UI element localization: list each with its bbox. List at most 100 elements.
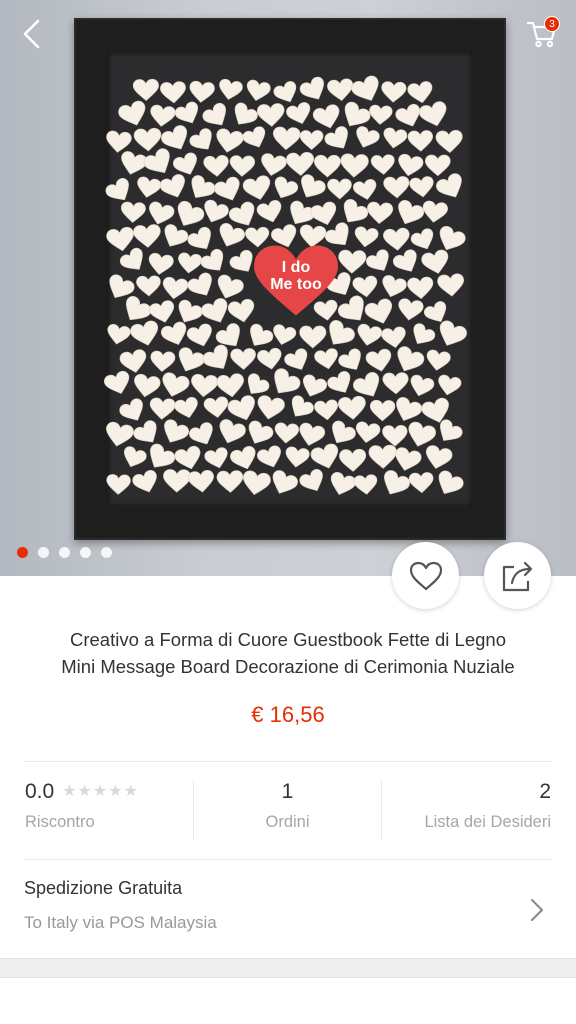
wood-heart	[286, 102, 311, 124]
wood-heart	[421, 249, 449, 274]
wood-heart	[299, 469, 323, 492]
cart-button[interactable]: 3	[522, 14, 562, 54]
wood-heart	[284, 348, 308, 370]
wood-heart	[285, 446, 310, 468]
wood-heart	[189, 128, 212, 150]
wood-heart	[230, 445, 256, 470]
share-icon	[502, 561, 532, 591]
wood-heart	[397, 346, 425, 372]
wood-heart	[355, 421, 381, 443]
wood-heart	[160, 81, 186, 104]
wood-heart	[106, 474, 131, 495]
rating-stars-icon: ★★★★★	[62, 783, 139, 800]
wood-heart	[357, 323, 383, 346]
wood-heart	[164, 224, 189, 247]
wood-heart	[437, 273, 464, 297]
wishlist-button[interactable]	[392, 542, 459, 609]
wood-heart	[273, 81, 297, 103]
wood-heart	[409, 176, 434, 198]
wood-heart	[174, 396, 198, 419]
wood-heart	[219, 223, 245, 247]
wood-heart	[248, 420, 274, 444]
wood-heart	[246, 79, 271, 101]
product-price: € 16,56	[251, 702, 325, 727]
wood-heart	[273, 324, 297, 345]
wood-heart	[186, 323, 212, 347]
product-image-carousel[interactable]: I do Me too 3	[0, 0, 576, 576]
section-separator	[0, 958, 576, 978]
wood-heart	[201, 298, 228, 323]
wood-heart	[187, 469, 214, 493]
wood-heart	[392, 249, 417, 272]
back-button[interactable]	[12, 14, 52, 54]
wood-heart	[132, 78, 159, 101]
wood-heart	[310, 201, 337, 225]
shipping-subtitle: To Italy via POS Malaysia	[24, 913, 217, 932]
wood-heart	[162, 276, 189, 300]
wood-heart	[367, 201, 394, 225]
wood-heart	[272, 470, 298, 494]
wood-heart	[242, 175, 271, 200]
wood-heart	[137, 176, 162, 198]
stat-feedback[interactable]: 0.0 ★★★★★ Riscontro	[25, 780, 139, 840]
wood-heart	[150, 350, 176, 372]
wood-heart	[310, 443, 339, 469]
center-heart-text: I do Me too	[246, 259, 346, 293]
wood-heart	[327, 178, 352, 200]
wood-heart	[299, 422, 326, 446]
wood-heart	[204, 199, 229, 223]
wood-heart	[383, 127, 408, 149]
orders-value: 1	[281, 780, 294, 803]
rating-value: 0.0	[25, 780, 55, 803]
wood-heart	[370, 154, 395, 175]
divider	[24, 761, 552, 762]
share-button[interactable]	[484, 542, 551, 609]
wood-heart	[366, 249, 389, 271]
wood-heart	[339, 448, 367, 472]
wood-heart	[118, 100, 146, 126]
wood-heart	[261, 153, 287, 176]
wood-heart	[425, 445, 453, 469]
wood-heart	[327, 371, 351, 393]
wood-heart	[365, 348, 392, 372]
wood-heart	[351, 75, 379, 101]
wood-heart	[382, 372, 409, 395]
wood-heart	[187, 226, 211, 250]
wood-heart	[120, 201, 146, 223]
wood-heart	[234, 102, 258, 125]
stat-orders[interactable]: 1 Ordini	[194, 780, 381, 840]
wood-heart	[384, 470, 411, 495]
wood-heart	[299, 76, 324, 100]
shipping-row[interactable]: Spedizione Gratuita To Italy via POS Mal…	[24, 878, 552, 942]
wood-heart	[383, 176, 410, 199]
wood-heart	[313, 154, 341, 178]
wood-heart	[426, 349, 451, 371]
wood-heart	[408, 472, 434, 494]
carousel-dot	[59, 547, 70, 558]
wood-heart	[274, 368, 301, 394]
wood-heart	[242, 126, 266, 148]
wood-heart	[410, 374, 435, 397]
wood-heart	[132, 470, 157, 493]
wood-heart	[216, 128, 244, 153]
wood-heart	[299, 224, 327, 248]
wood-heart	[257, 395, 285, 420]
carousel-dot	[101, 547, 112, 558]
wood-heart	[130, 320, 159, 346]
wood-heart	[352, 275, 378, 298]
stat-wishlist[interactable]: 2 Lista dei Desideri	[382, 780, 551, 840]
wood-heart	[159, 174, 185, 198]
wood-heart	[200, 248, 224, 271]
wood-heart	[364, 298, 393, 324]
product-title-line1: Creativo a Forma di Cuore Guestbook Fett…	[69, 629, 506, 650]
chevron-right-icon	[531, 899, 543, 921]
wood-heart	[438, 374, 462, 396]
wood-heart	[302, 374, 328, 397]
wood-heart	[106, 130, 132, 153]
wood-heart	[119, 398, 143, 421]
wood-heart	[105, 177, 129, 201]
wood-heart	[398, 298, 424, 321]
wood-heart	[338, 348, 361, 370]
center-heart-line2: Me too	[270, 276, 322, 293]
wood-heart	[187, 272, 212, 296]
